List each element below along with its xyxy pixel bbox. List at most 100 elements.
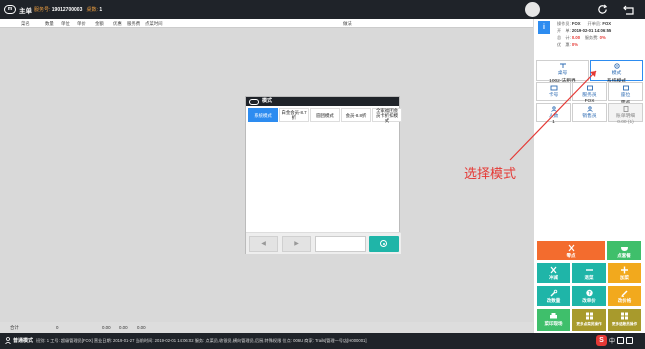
button-label: 更多点菜员操作: [576, 322, 602, 326]
button-label: 加菜: [620, 275, 629, 280]
total-quantity: 0: [56, 325, 59, 330]
column-header: 服务费: [127, 21, 141, 26]
print-onsite-button[interactable]: 菜印现场: [537, 309, 570, 331]
total-service: 0.00: [137, 325, 146, 330]
operator-value: FOX: [571, 21, 581, 26]
people-tile[interactable]: 人数 1: [536, 103, 571, 125]
pencil-icon: [621, 290, 628, 297]
back-icon[interactable]: [623, 4, 635, 15]
confirm-icon: [380, 240, 387, 247]
offset-button[interactable]: 冲减: [537, 263, 570, 283]
total-label: 总 计:: [557, 35, 571, 40]
button-label: 冲减: [549, 275, 558, 280]
card-label: 卡号: [548, 93, 559, 98]
mode-option[interactable]: 系统模式: [248, 108, 278, 122]
mode-tile[interactable]: 模式 系统模式: [590, 60, 643, 84]
seat-icon: [622, 85, 629, 91]
mode-indicator[interactable]: 普通模式: [5, 337, 33, 344]
order-info: 服务号: 19012700003 桌数: 1: [34, 6, 102, 13]
seat-tile[interactable]: 座位 零点: [608, 82, 643, 106]
column-header: 点菜时间: [145, 21, 163, 26]
open-time-value: 2019-02-01 14:06:55: [571, 28, 612, 33]
zero-order-button[interactable]: 零点: [537, 241, 605, 260]
language-indicator[interactable]: 中: [609, 336, 615, 345]
waiter-icon: [586, 85, 593, 91]
service-fee-label: 服务费:: [584, 35, 599, 40]
seat-label: 座位: [620, 93, 631, 98]
column-header: 数量: [45, 21, 54, 26]
question-icon: ?: [585, 289, 593, 297]
mode-option[interactable]: 全家福团会员卡折扣模式: [372, 108, 402, 123]
next-page-button[interactable]: ▶: [282, 236, 311, 252]
refresh-icon[interactable]: [597, 4, 608, 15]
utensils-icon: [568, 244, 574, 252]
button-label: 更多结账员操作: [611, 322, 638, 326]
total-label: 合计: [10, 325, 19, 330]
salesperson-label: 销售员: [582, 114, 597, 119]
change-unit-price-button[interactable]: ? 改单价: [572, 286, 606, 306]
dialog-title: 模式: [262, 98, 273, 104]
salesperson-icon: [586, 106, 593, 112]
discount-value: 0%: [571, 42, 578, 47]
bill-detail-tile[interactable]: 账单明细 0.00 (1): [608, 103, 643, 125]
grid-icon: [621, 312, 628, 320]
waiter-label: 服务员: [582, 93, 597, 98]
document-icon: [623, 106, 628, 112]
waiter-tile[interactable]: 服务员 FOX: [572, 82, 607, 104]
order-number: 19012700003: [51, 7, 83, 13]
column-header: 做法: [343, 21, 352, 26]
mode-options: 系统模式 白金会员-8.7折 圆团模式 会员-8.8折 全家福团会员卡折扣模式: [248, 108, 402, 123]
open-time-label: 开 单:: [557, 28, 571, 33]
confirm-button[interactable]: [369, 236, 399, 252]
mode-label: 模式: [611, 71, 622, 76]
total-discount: 0.00: [119, 325, 128, 330]
button-label: 改数量: [546, 298, 561, 303]
dialog-header: 模式: [246, 97, 399, 106]
table-number-tile[interactable]: 桌号 1002-法租界: [536, 60, 589, 84]
add-dish-button[interactable]: 加菜: [608, 263, 641, 283]
more-checkout-ops-button[interactable]: 更多结账员操作: [608, 309, 641, 331]
print-icon: [550, 313, 557, 319]
change-quantity-button[interactable]: 改数量: [537, 286, 570, 306]
info-icon[interactable]: i: [538, 21, 550, 34]
session-info: 班别: 1 工号: 超级管理员[FOX] 营业日期: 2019-01-27 当前…: [36, 338, 367, 343]
keyboard-icon[interactable]: [617, 337, 625, 344]
table-count-label: 桌数:: [86, 7, 98, 13]
window-icon[interactable]: [626, 337, 634, 344]
more-order-ops-button[interactable]: 更多点菜员操作: [572, 309, 606, 331]
search-input[interactable]: [315, 236, 366, 252]
system-tray: S 中: [596, 335, 634, 346]
app-logo: m: [4, 5, 16, 14]
gear-icon: [613, 63, 620, 69]
service-fee-value: 0%: [599, 35, 606, 40]
order-table-header: 菜名 数量 单位 单价 金额 优惠 服务费 点菜时间 做法: [0, 19, 533, 28]
sales-tile[interactable]: 销售员: [572, 103, 607, 122]
operator-label: 操作员:: [557, 21, 571, 26]
mode-option[interactable]: 会员-8.8折: [341, 108, 371, 122]
people-label: 人数: [548, 114, 559, 119]
user-avatar[interactable]: [525, 2, 540, 17]
set-meal-button[interactable]: 点套餐: [607, 241, 641, 260]
opener-value: FOX: [602, 21, 612, 26]
bill-detail-value: 0.00 (1): [617, 120, 634, 125]
ime-icon[interactable]: S: [596, 335, 607, 346]
bowl-icon: [620, 247, 628, 251]
button-label: 菜印现场: [544, 321, 563, 326]
mode-option[interactable]: 白金会员-8.7折: [279, 108, 309, 122]
order-number-label: 服务号:: [34, 7, 51, 13]
column-header: 单位: [61, 21, 70, 26]
minus-icon: [585, 269, 593, 271]
annotation-text: 选择模式: [464, 167, 517, 182]
card-tile[interactable]: 卡号: [536, 82, 571, 101]
column-header: 菜名: [21, 21, 30, 26]
change-price-button[interactable]: 改价格: [608, 286, 641, 306]
mode-option[interactable]: 圆团模式: [310, 108, 340, 122]
mode-text: 普通模式: [13, 338, 34, 344]
prev-page-button[interactable]: ◀: [249, 236, 278, 252]
mode-dialog: 模式 系统模式 白金会员-8.7折 圆团模式 会员-8.8折 全家福团会员卡折扣…: [245, 96, 402, 254]
app-logo: [249, 98, 259, 105]
column-header: 优惠: [113, 21, 122, 26]
button-label: 改单价: [582, 298, 596, 303]
bill-detail-label: 账单明细: [615, 114, 636, 119]
return-dish-button[interactable]: 退菜: [572, 263, 606, 283]
